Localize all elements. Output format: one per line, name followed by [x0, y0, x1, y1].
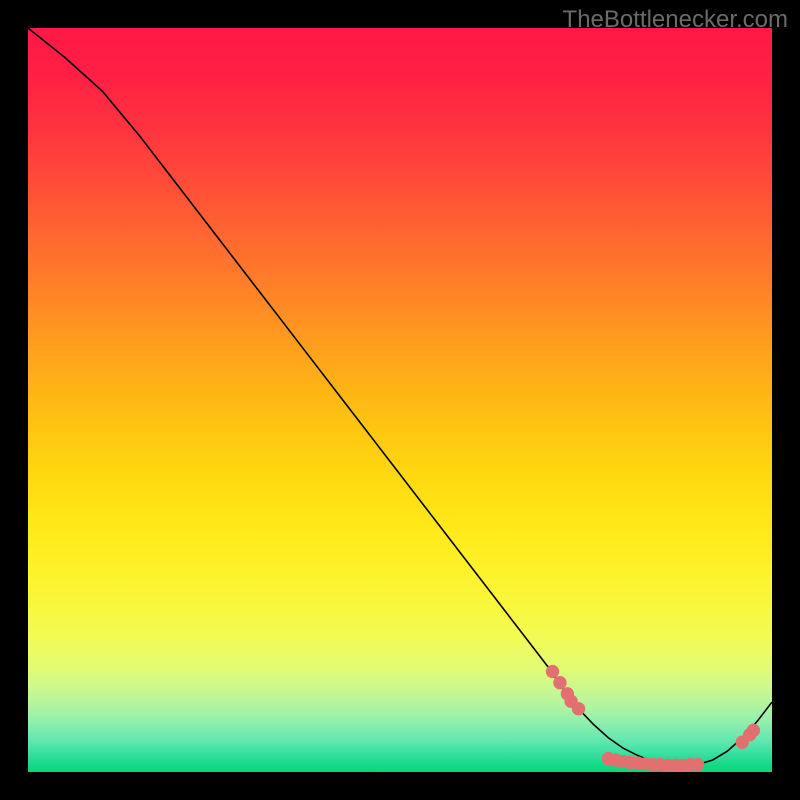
chart-marker: [553, 676, 566, 689]
chart-marker: [747, 724, 760, 737]
chart-overlay: [28, 28, 772, 772]
chart-marker: [572, 702, 585, 715]
chart-marker: [691, 758, 704, 771]
watermark-text: TheBottlenecker.com: [563, 6, 788, 34]
chart-area: [28, 28, 772, 772]
chart-line: [28, 28, 772, 765]
chart-marker: [546, 665, 559, 678]
chart-markers: [546, 665, 760, 772]
